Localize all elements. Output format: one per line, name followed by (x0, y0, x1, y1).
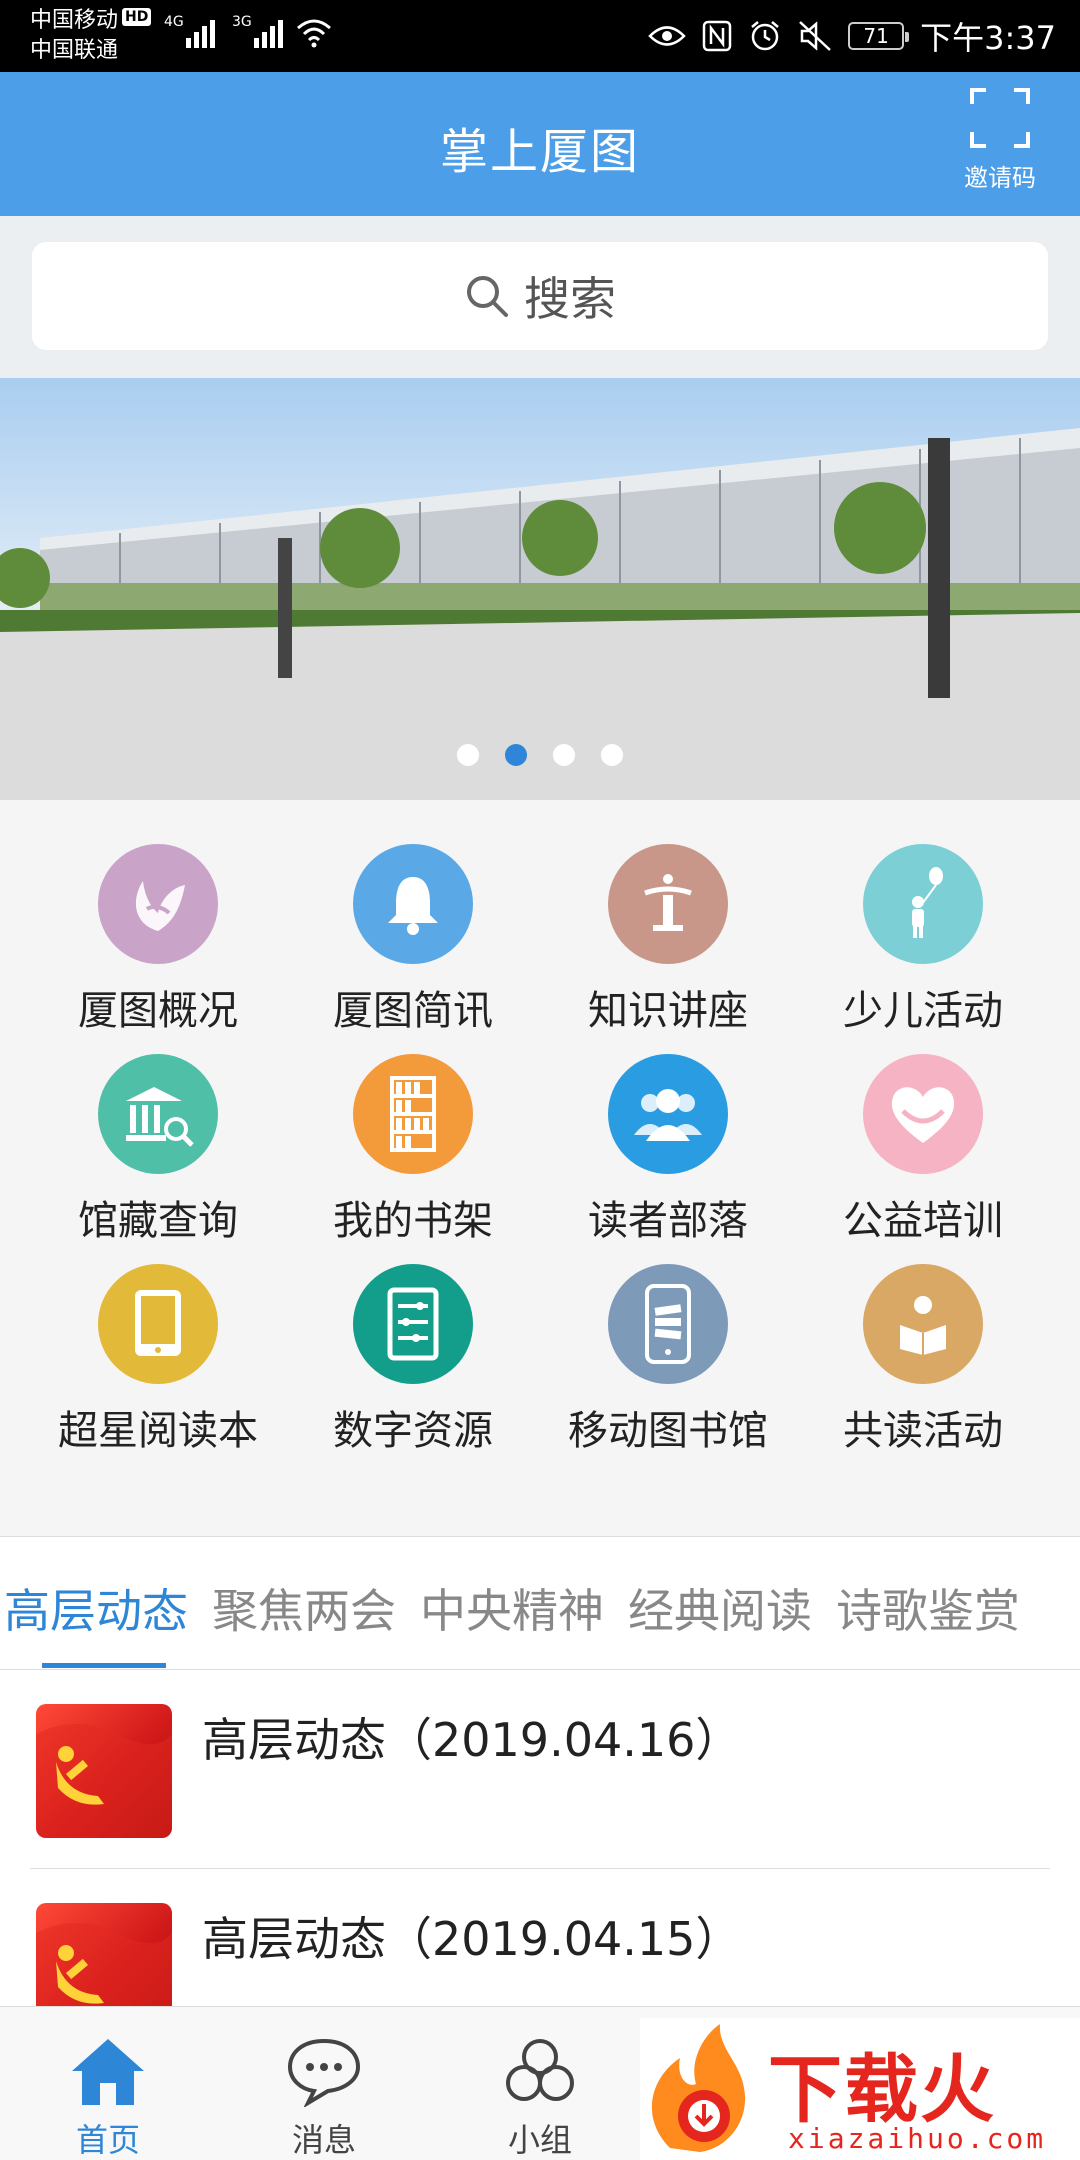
watermark-brand: 下载火 (768, 2047, 996, 2133)
carousel-dot[interactable] (553, 744, 575, 766)
search-area: 搜索 (0, 216, 1080, 378)
nav-groups[interactable]: 小组 (470, 2035, 610, 2160)
lectern-icon (608, 844, 728, 964)
news-title: 高层动态（2019.04.15） (202, 1912, 742, 1966)
active-tab-indicator (42, 1663, 166, 1668)
nav-messages[interactable]: 消息 (254, 2035, 394, 2160)
wifi-icon (297, 19, 331, 48)
news-item[interactable]: 高层动态（2019.04.15） (30, 1868, 1050, 2006)
category-tabs: 高层动态 聚焦两会 中央精神 经典阅读 诗歌鉴赏 (0, 1536, 1080, 1670)
carrier-1: 中国移动 (30, 8, 119, 33)
page-title: 掌上厦图 (439, 124, 640, 180)
news-list: 高层动态（2019.04.16） 高层动态（2019.04.15） (0, 1670, 1080, 2006)
grid-item-children[interactable]: 少儿活动 (788, 800, 1058, 1034)
banner-carousel[interactable] (0, 378, 1080, 800)
grid-item-lectures[interactable]: 知识讲座 (533, 800, 803, 1034)
grid-item-public-training[interactable]: 公益培训 (788, 1010, 1058, 1244)
party-flag-thumbnail (36, 1903, 172, 2006)
library-search-icon (98, 1054, 218, 1174)
grid-item-label: 共读活动 (843, 1408, 1003, 1454)
mute-icon (799, 21, 831, 51)
news-item[interactable]: 高层动态（2019.04.16） (30, 1670, 1050, 1868)
status-right: 71 下午3:37 (648, 14, 1056, 58)
app-header: 掌上厦图 邀请码 (0, 72, 1080, 216)
search-icon (467, 276, 508, 317)
search-input[interactable]: 搜索 (32, 242, 1048, 350)
flame-logo-icon (651, 2024, 746, 2152)
nav-label: 消息 (291, 2121, 356, 2159)
carousel-dot-active[interactable] (505, 744, 527, 766)
party-flag-thumbnail (36, 1704, 172, 1838)
tablet-icon (98, 1264, 218, 1384)
grid-item-bookshelf[interactable]: 我的书架 (278, 1010, 548, 1244)
invite-code-button[interactable]: 邀请码 (950, 86, 1050, 193)
carrier-info: 中国移动 HD 中国联通 (30, 6, 152, 66)
nav-home[interactable]: 首页 (38, 2035, 178, 2160)
nfc-icon (702, 20, 732, 52)
carousel-dot[interactable] (601, 744, 623, 766)
watermark-logo: 下载火 xiazaihuo.com (640, 2018, 1080, 2160)
tab-leadership-news[interactable]: 高层动态 (4, 1575, 188, 1641)
scan-icon (970, 88, 1030, 148)
battery-level: 71 (863, 24, 889, 48)
reading-person-icon (863, 1264, 983, 1384)
status-bar: 中国移动 HD 中国联通 4G 3G 71 下午3:37 (0, 0, 1080, 72)
bookshelf-icon (353, 1054, 473, 1174)
chat-bubble-icon (287, 2038, 361, 2109)
tab-classic-reading[interactable]: 经典阅读 (628, 1575, 812, 1641)
eye-icon (648, 26, 686, 46)
watermark-domain: xiazaihuo.com (788, 2122, 1047, 2155)
network-type-1: 4G (164, 14, 184, 30)
grid-item-digital-resources[interactable]: 数字资源 (278, 1220, 548, 1454)
digital-resource-icon (353, 1264, 473, 1384)
grid-item-news-brief[interactable]: 厦图简讯 (278, 800, 548, 1034)
hd-badge: HD (122, 8, 152, 26)
child-balloon-icon (863, 844, 983, 964)
grid-item-mobile-library[interactable]: 移动图书馆 (533, 1220, 803, 1454)
grid-item-readers-tribe[interactable]: 读者部落 (533, 1010, 803, 1244)
tab-poetry-appreciation[interactable]: 诗歌鉴赏 (836, 1575, 1020, 1641)
tab-central-spirit[interactable]: 中央精神 (420, 1575, 604, 1641)
signal-1-icon (186, 14, 222, 48)
battery-icon: 71 (848, 22, 910, 50)
heart-hands-icon (863, 1054, 983, 1174)
bell-icon (353, 844, 473, 964)
grid-item-label: 数字资源 (333, 1408, 493, 1454)
home-icon (72, 2039, 144, 2105)
group-icon (506, 2039, 574, 2101)
library-building-image (0, 428, 1080, 800)
grid-item-catalog-search[interactable]: 馆藏查询 (23, 1010, 293, 1244)
mobile-library-icon (608, 1264, 728, 1384)
grid-item-label: 移动图书馆 (568, 1408, 768, 1454)
search-placeholder: 搜索 (524, 272, 616, 326)
readers-group-icon (608, 1054, 728, 1174)
butterfly-icon (98, 844, 218, 964)
network-type-2: 3G (232, 14, 252, 30)
grid-item-overview[interactable]: 厦图概况 (23, 800, 293, 1034)
carrier-2: 中国联通 (30, 38, 119, 63)
grid-item-label: 超星阅读本 (58, 1408, 258, 1454)
nav-label: 首页 (75, 2121, 140, 2159)
signal-2-icon (254, 14, 290, 48)
tab-two-sessions[interactable]: 聚焦两会 (212, 1575, 396, 1641)
alarm-icon (751, 21, 779, 51)
clock: 下午3:37 (920, 19, 1056, 57)
nav-label: 小组 (507, 2121, 572, 2159)
grid-item-shared-reading[interactable]: 共读活动 (788, 1220, 1058, 1454)
carousel-dot[interactable] (457, 744, 479, 766)
news-title: 高层动态（2019.04.16） (202, 1713, 742, 1767)
carousel-indicator (0, 744, 1080, 766)
feature-grid: 厦图概况 厦图简讯 知识讲座 少儿活动 馆藏查询 我的书架 读者部落 公益培训 … (0, 800, 1080, 1536)
invite-code-label: 邀请码 (964, 164, 1036, 192)
grid-item-superstar-reader[interactable]: 超星阅读本 (23, 1220, 293, 1454)
